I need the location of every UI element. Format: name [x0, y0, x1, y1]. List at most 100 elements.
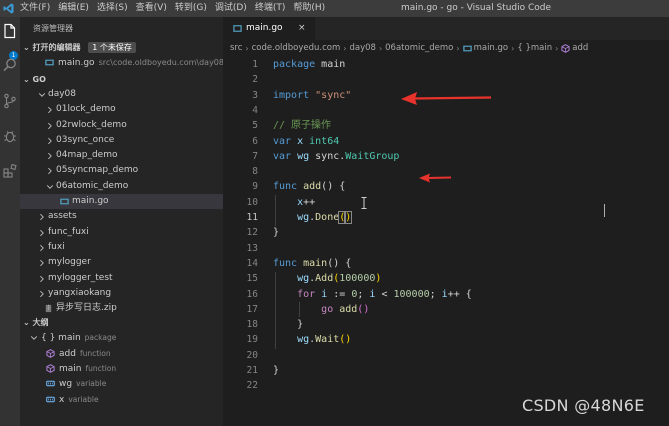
breadcrumb-item[interactable]: main.go [474, 40, 509, 57]
code-text: } [273, 225, 279, 240]
open-editor-path: src\code.oldboyedu.com\day08\... [98, 58, 223, 67]
outline-item[interactable]: wg variable [20, 376, 223, 391]
file-item[interactable]: main.go [20, 194, 223, 210]
code-line: 11 wg.Done() [223, 210, 669, 225]
chevron-right-icon: › [555, 44, 559, 53]
outline-label: { } main package [41, 330, 116, 346]
outline-item[interactable]: main function [20, 361, 223, 376]
code-token: go [321, 303, 340, 315]
menu-item[interactable]: 编辑(E) [54, 0, 93, 17]
folder-item[interactable]: day08 [20, 87, 223, 102]
menu-bar: 文件(F) 编辑(E) 选择(S) 查看(V) 转到(G) 调试(D) 终端(T) 帮助(H) [16, 0, 329, 17]
tree-item-label: mylogger_test [48, 272, 113, 283]
debug-icon[interactable] [2, 128, 18, 144]
code-token: () [327, 257, 346, 269]
tree-item-label: 02rwlock_demo [56, 119, 127, 130]
file-item[interactable]: 异步写日志.zip [20, 301, 223, 316]
code-text: go add() [273, 302, 369, 317]
code-text: // 原子操作 [273, 118, 331, 133]
chevron-right-icon: › [245, 44, 249, 53]
chevron-down-icon: ⌄ [23, 43, 30, 52]
code-token: () [339, 334, 352, 346]
code-token: ; [429, 288, 442, 300]
chevron-right-icon: › [511, 44, 515, 53]
chevron-right-icon: › [378, 44, 383, 53]
menu-item[interactable]: 文件(F) [16, 0, 54, 17]
folder-item[interactable]: func_fuxi [20, 225, 223, 240]
code-line: 17 go add() [223, 302, 669, 317]
folder-item[interactable]: 02rwlock_demo [20, 118, 223, 133]
code-text: package main [273, 57, 345, 72]
search-icon[interactable] [2, 57, 18, 73]
line-number: 19 [246, 334, 258, 346]
line-number: 3 [252, 89, 258, 101]
line-number: 16 [246, 288, 258, 300]
folder-item[interactable]: yangxiaokang [20, 286, 223, 301]
code-line: 13 [223, 241, 669, 256]
unsaved-badge: 1 个未保存 [88, 42, 136, 53]
open-editor-label: main.go src\code.oldboyedu.com\day08\... [58, 55, 223, 71]
outline-kind: function [85, 364, 117, 374]
breadcrumb-item[interactable]: 06atomic_demo [385, 40, 453, 57]
folder-item[interactable]: 01lock_demo [20, 102, 223, 117]
tab-main-go[interactable]: main.go × [223, 17, 315, 40]
tree-item-label: main.go [72, 196, 109, 207]
line-number: 8 [252, 166, 258, 178]
outline-item[interactable]: { } main package [20, 330, 223, 345]
menu-item[interactable]: 选择(S) [93, 0, 132, 17]
code-token: < [375, 288, 394, 300]
outline-item[interactable]: x variable [20, 392, 223, 407]
open-editors-header[interactable]: ⌄ 打开的编辑器 1 个未保存 [20, 41, 223, 55]
menu-item[interactable]: 调试(D) [211, 0, 251, 17]
code-line: 10 x++ [223, 195, 669, 210]
breadcrumb-item[interactable]: code.oldboyedu.com [252, 40, 341, 57]
code-line: 7 var wg sync.WaitGroup [223, 149, 669, 164]
code-token: main [321, 59, 346, 70]
line-number: 4 [252, 104, 258, 116]
open-editor-item[interactable]: main.go src\code.oldboyedu.com\day08\... [20, 55, 223, 71]
breadcrumb-item[interactable]: add [572, 40, 588, 57]
folder-header-go[interactable]: ⌄ GO [20, 73, 223, 87]
outline-item[interactable]: add function [20, 346, 223, 361]
folder-item[interactable]: 05syncmap_demo [20, 163, 223, 178]
code-token: sync. [315, 150, 346, 162]
folder-item[interactable]: mylogger_test [20, 271, 223, 286]
line-number: 21 [246, 365, 258, 376]
code-token: ++ { [447, 288, 472, 300]
folder-item[interactable]: 03sync_once [20, 133, 223, 148]
window-title: main.go - go - Visual Studio Code [401, 3, 552, 13]
code-line: 12} [223, 225, 669, 240]
breadcrumb-item[interactable]: src [230, 40, 242, 57]
zip-file-icon [45, 305, 52, 313]
function-icon [46, 348, 55, 358]
code-text: import "sync" [273, 88, 351, 103]
tree-item-label: assets [48, 211, 77, 222]
menu-item[interactable]: 终端(T) [251, 0, 290, 17]
folder-item[interactable]: mylogger [20, 255, 223, 270]
outline-label: wg variable [59, 376, 106, 392]
extensions-icon[interactable] [2, 163, 18, 179]
outline-header[interactable]: ⌄ 大纲 [20, 316, 223, 330]
code-line: 16 for i := 0; i < 100000; i++ { [223, 287, 669, 302]
line-number: 17 [246, 303, 258, 315]
breadcrumb-item[interactable]: day08 [349, 40, 375, 57]
folder-item[interactable]: 06atomic_demo [20, 179, 223, 194]
menu-item[interactable]: 转到(G) [171, 0, 211, 17]
breadcrumb-item[interactable]: { }main [517, 40, 552, 57]
outline-kind: package [84, 333, 117, 343]
folder-item[interactable]: assets [20, 209, 223, 224]
tree-item-label: 06atomic_demo [56, 180, 129, 191]
code-editor[interactable]: 1 package main 2 3 import "sync" 4 5 // 原子操作 6 va… [223, 57, 669, 426]
line-number: 20 [246, 349, 258, 361]
code-token: add [339, 303, 358, 315]
menu-item[interactable]: 帮助(H) [289, 0, 329, 17]
code-token: } [273, 365, 280, 376]
folder-item[interactable]: 04map_demo [20, 148, 223, 163]
menu-item[interactable]: 查看(V) [132, 0, 171, 17]
open-editors-title: 打开的编辑器 [32, 43, 81, 52]
code-token: 100000 [339, 273, 376, 285]
explorer-icon[interactable] [2, 23, 18, 39]
folder-item[interactable]: fuxi [20, 240, 223, 255]
tab-close-icon[interactable]: × [298, 17, 306, 40]
source-control-icon[interactable] [2, 93, 18, 109]
